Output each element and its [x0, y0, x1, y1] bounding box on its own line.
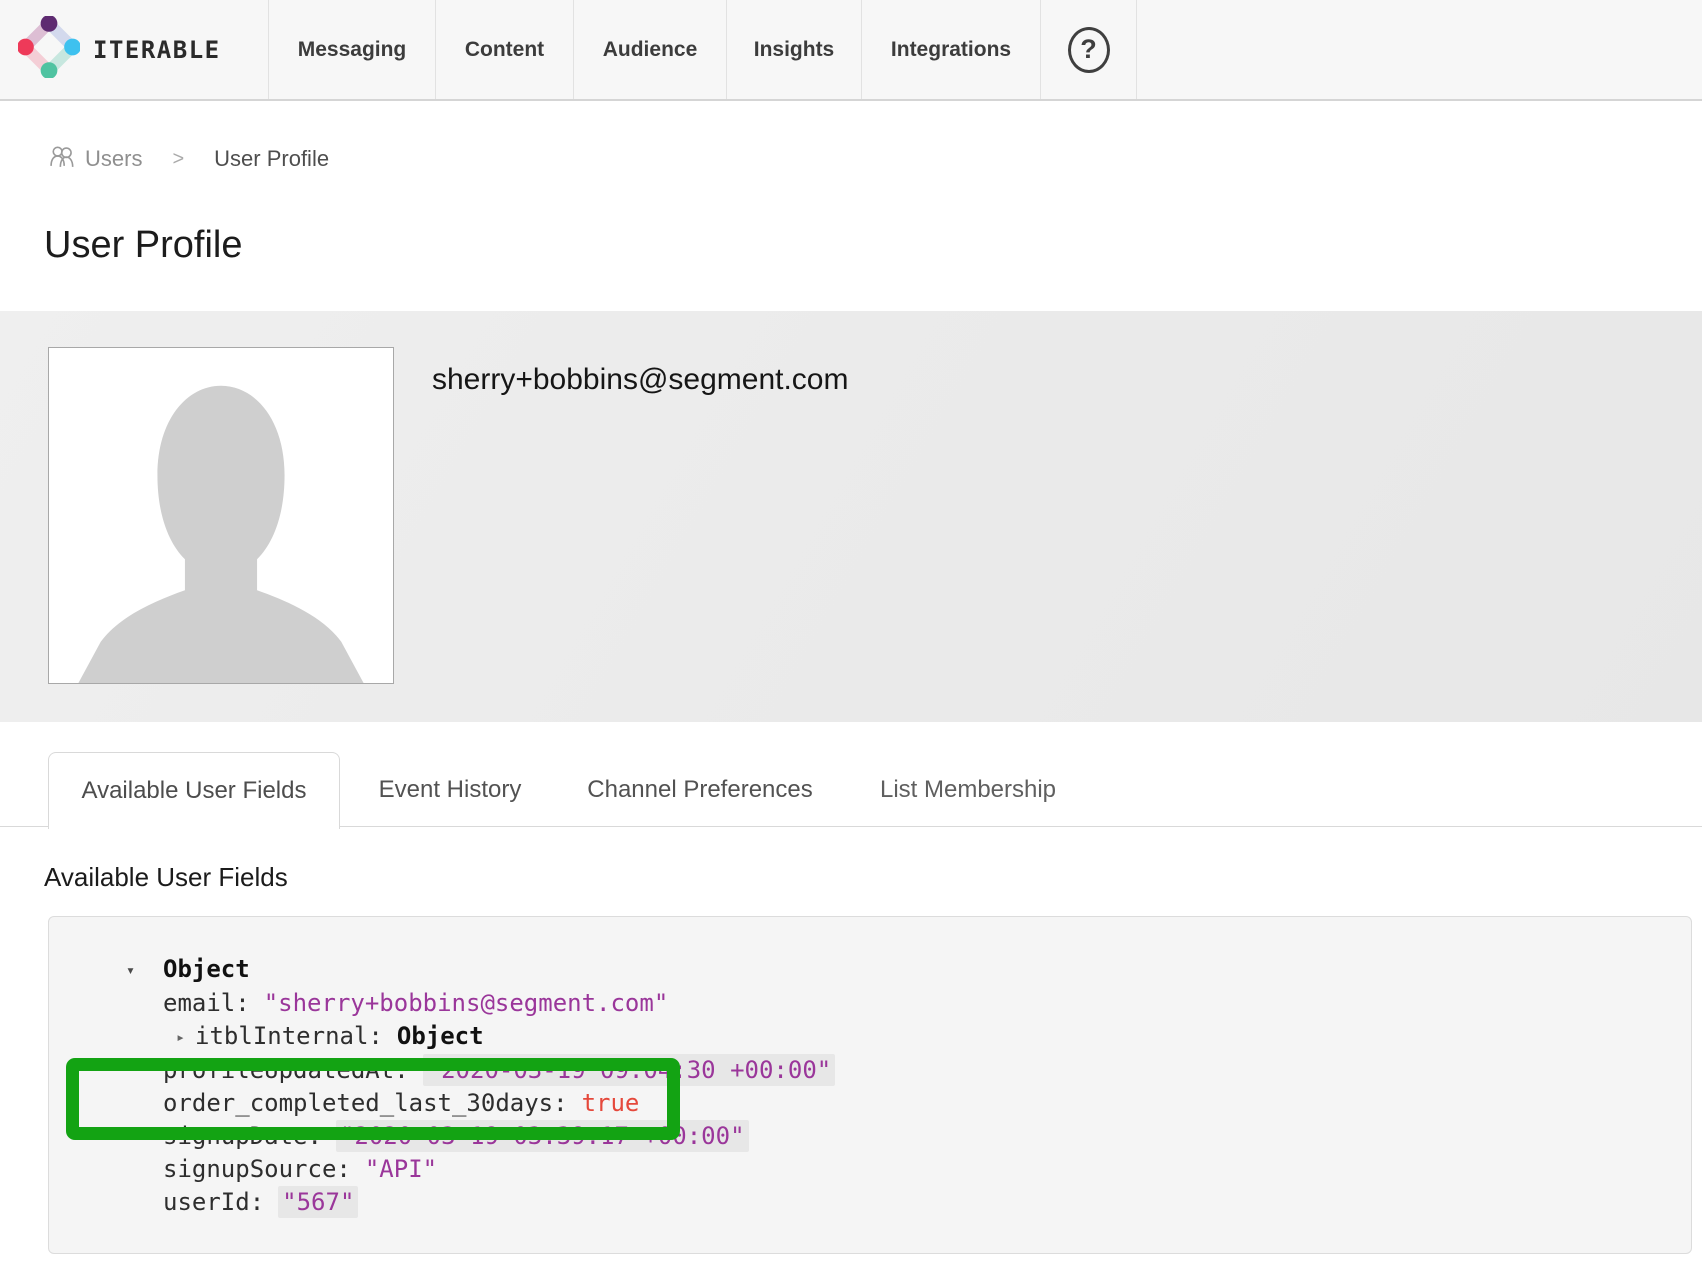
field-value: "sherry+bobbins@segment.com"	[264, 989, 669, 1017]
field-key: email:	[163, 989, 250, 1017]
json-root-label: Object	[163, 955, 250, 983]
field-value-object: Object	[397, 1022, 484, 1050]
field-key: userId:	[163, 1188, 264, 1216]
top-nav: ITERABLE Messaging Content Audience Insi…	[0, 0, 1702, 101]
tab-available-user-fields[interactable]: Available User Fields	[48, 752, 340, 829]
nav-item-insights[interactable]: Insights	[727, 0, 862, 99]
field-key: order_completed_last_30days:	[163, 1089, 568, 1117]
iterable-logo[interactable]: ITERABLE	[0, 0, 269, 99]
json-row-profileupdatedat: profileUpdatedAt: "2020-03-19 09:04:30 +0…	[49, 1054, 1691, 1087]
user-fields-panel: ▾Object email:"sherry+bobbins@segment.co…	[48, 916, 1692, 1254]
page-title: User Profile	[44, 224, 243, 267]
json-tree: ▾Object email:"sherry+bobbins@segment.co…	[49, 953, 1691, 1219]
json-row-itblinternal: ▸ itblInternal: Object	[49, 1020, 1691, 1054]
users-icon	[48, 144, 85, 174]
tab-list-membership[interactable]: List Membership	[880, 752, 1056, 827]
tab-event-history[interactable]: Event History	[379, 752, 522, 827]
avatar-placeholder	[48, 347, 394, 684]
field-key: signupSource:	[163, 1155, 351, 1183]
help-icon: ?	[1068, 27, 1110, 73]
json-row-order-completed: order_completed_last_30days: true	[49, 1087, 1691, 1120]
field-key: signupDate:	[163, 1122, 322, 1150]
json-root-row: ▾Object	[49, 953, 1691, 987]
expand-triangle-icon[interactable]: ▸	[176, 1021, 185, 1054]
tab-bar: Available User Fields Event History Chan…	[0, 752, 1702, 827]
breadcrumb-current: User Profile	[214, 146, 329, 172]
nav-item-integrations[interactable]: Integrations	[862, 0, 1041, 99]
breadcrumb-users-label: Users	[85, 146, 142, 172]
field-key: itblInternal:	[195, 1022, 383, 1050]
field-value: "567"	[278, 1186, 358, 1218]
nav-item-messaging[interactable]: Messaging	[269, 0, 436, 99]
tab-channel-preferences[interactable]: Channel Preferences	[587, 752, 812, 827]
profile-band: sherry+bobbins@segment.com	[0, 311, 1702, 722]
profile-email: sherry+bobbins@segment.com	[432, 363, 848, 397]
section-heading: Available User Fields	[44, 862, 288, 893]
field-value: "2020-03-19 09:04:30 +00:00"	[423, 1054, 836, 1086]
field-key: profileUpdatedAt:	[163, 1056, 409, 1084]
field-value: "API"	[365, 1155, 437, 1183]
json-row-signupsource: signupSource: "API"	[49, 1153, 1691, 1186]
chevron-right-icon: >	[172, 148, 184, 171]
json-row-email: email: "sherry+bobbins@segment.com"	[49, 987, 1691, 1020]
json-row-userid: userId: "567"	[49, 1186, 1691, 1219]
field-value: true	[582, 1089, 640, 1117]
collapse-triangle-icon[interactable]: ▾	[126, 954, 163, 987]
json-row-signupdate: signupDate: "2020-03-19 03:39:17 +00:00"	[49, 1120, 1691, 1153]
breadcrumb: Users > User Profile	[48, 144, 329, 174]
help-button[interactable]: ?	[1041, 0, 1137, 99]
page: ITERABLE Messaging Content Audience Insi…	[0, 0, 1702, 1276]
nav-filler	[1137, 0, 1702, 99]
nav-item-audience[interactable]: Audience	[574, 0, 727, 99]
iterable-diamond-icon	[18, 16, 80, 83]
brand-wordmark: ITERABLE	[93, 36, 221, 64]
nav-item-content[interactable]: Content	[436, 0, 574, 99]
field-value: "2020-03-19 03:39:17 +00:00"	[336, 1120, 749, 1152]
breadcrumb-users-link[interactable]: Users	[48, 144, 142, 174]
